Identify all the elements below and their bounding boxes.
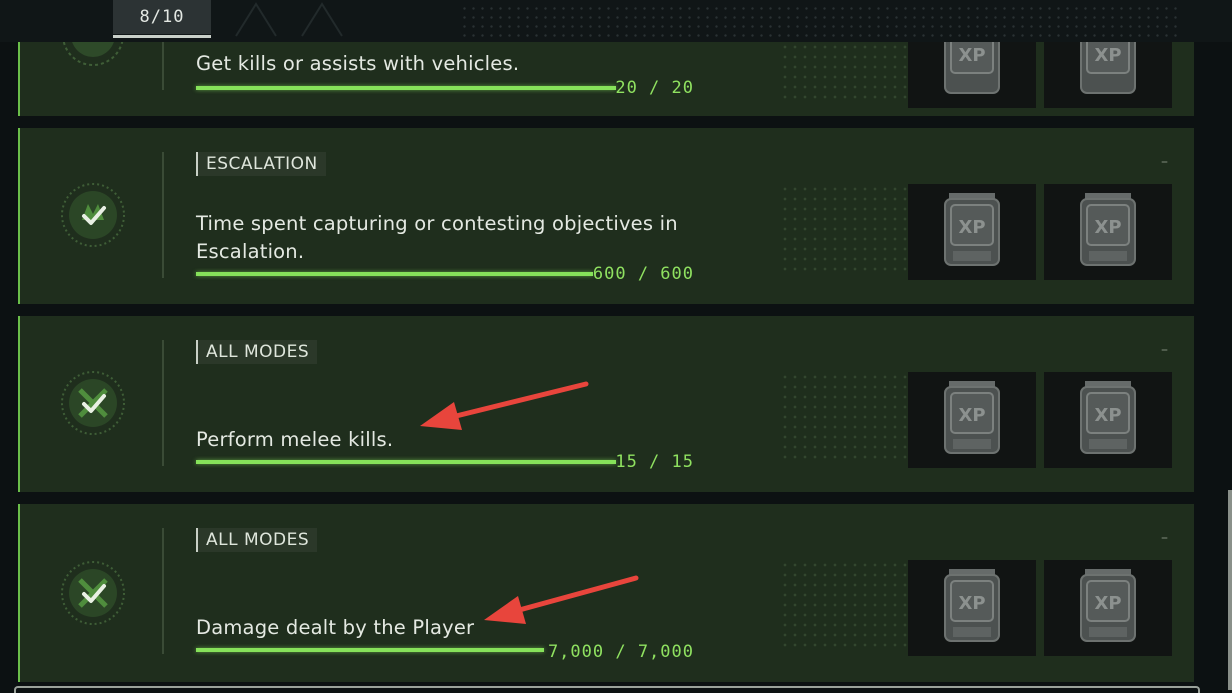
card-divider — [162, 42, 164, 90]
xp-token-icon: XP — [944, 569, 1000, 642]
tab-triangle-icon[interactable] — [292, 0, 352, 38]
progress-text: 600 / 600 — [592, 264, 694, 284]
card-divider — [162, 152, 164, 278]
progress-text: 15 / 15 — [615, 452, 694, 472]
xp-token-icon: XP — [1080, 569, 1136, 642]
collapse-indicator[interactable]: – — [1161, 154, 1168, 170]
check-medal-icon — [58, 180, 128, 250]
game-mode-label: ALL MODES — [206, 342, 310, 362]
progress-text: 20 / 20 — [615, 78, 694, 98]
xp-reward-slot[interactable]: XP — [1044, 42, 1172, 108]
dot-pattern — [780, 372, 910, 462]
progress-bar — [196, 648, 544, 652]
dot-pattern — [780, 560, 910, 650]
xp-label: XP — [1094, 217, 1121, 238]
xp-reward-slot[interactable]: XP — [908, 372, 1036, 468]
game-mode-tag: ALL MODES — [196, 340, 318, 364]
xp-label: XP — [958, 45, 985, 66]
game-mode-tag: ESCALATION — [196, 152, 326, 176]
progress-bar — [196, 460, 616, 464]
scrollbar[interactable] — [1228, 490, 1232, 690]
challenge-card[interactable]: Get kills or assists with vehicles. 20 /… — [18, 42, 1194, 116]
xp-reward-slot[interactable]: XP — [908, 184, 1036, 280]
check-medal-icon — [58, 368, 128, 438]
challenge-description: Time spent capturing or contesting objec… — [196, 212, 678, 263]
game-mode-tag: ALL MODES — [196, 528, 318, 552]
dot-pattern — [460, 4, 1180, 38]
challenge-description: Perform melee kills. — [196, 428, 394, 451]
xp-reward-slot[interactable]: XP — [1044, 184, 1172, 280]
challenge-counter-tab[interactable]: 8/10 — [113, 0, 211, 38]
collapse-indicator[interactable]: – — [1161, 342, 1168, 358]
progress-text: 7,000 / 7,000 — [547, 642, 694, 662]
game-mode-label: ALL MODES — [206, 530, 310, 550]
xp-token-icon: XP — [1080, 42, 1136, 94]
card-divider — [162, 528, 164, 654]
challenge-counter: 8/10 — [139, 7, 185, 27]
xp-reward-slot[interactable]: XP — [908, 42, 1036, 108]
check-medal-icon — [58, 558, 128, 628]
xp-reward-slot[interactable]: XP — [1044, 372, 1172, 468]
xp-reward-slot[interactable]: XP — [1044, 560, 1172, 656]
xp-token-icon: XP — [944, 42, 1000, 94]
xp-reward-slot[interactable]: XP — [908, 560, 1036, 656]
xp-token-icon: XP — [944, 381, 1000, 454]
collapse-indicator[interactable]: – — [1161, 530, 1168, 546]
tab-triangle-icon[interactable] — [226, 0, 286, 38]
top-bar: 8/10 — [0, 0, 1232, 42]
xp-token-icon: XP — [1080, 193, 1136, 266]
card-divider — [162, 340, 164, 466]
xp-label: XP — [1094, 405, 1121, 426]
progress-bar — [196, 86, 616, 90]
xp-token-icon: XP — [1080, 381, 1136, 454]
challenge-card[interactable]: ALL MODES – Damage dealt by the Player 7… — [18, 504, 1194, 682]
next-card-edge — [14, 686, 1200, 693]
xp-label: XP — [958, 593, 985, 614]
dot-pattern — [780, 42, 910, 102]
dot-pattern — [780, 184, 910, 274]
challenge-description: Get kills or assists with vehicles. — [196, 52, 520, 75]
xp-label: XP — [1094, 45, 1121, 66]
xp-label: XP — [1094, 593, 1121, 614]
progress-bar — [196, 272, 593, 276]
xp-label: XP — [958, 217, 985, 238]
xp-label: XP — [958, 405, 985, 426]
check-medal-icon — [58, 42, 128, 70]
challenge-card[interactable]: ESCALATION – Time spent capturing or con… — [18, 128, 1194, 304]
challenge-description: Damage dealt by the Player — [196, 616, 475, 639]
game-mode-label: ESCALATION — [206, 154, 318, 174]
challenge-card[interactable]: ALL MODES – Perform melee kills. 15 / 15… — [18, 316, 1194, 492]
xp-token-icon: XP — [944, 193, 1000, 266]
